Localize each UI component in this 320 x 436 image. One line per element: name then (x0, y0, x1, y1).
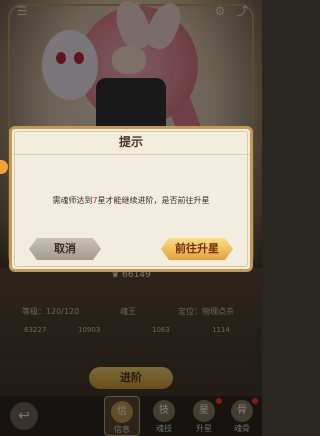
dialog-header: 提示 (12, 129, 250, 155)
message-suffix: 星才能继续进阶，是否前往升星 (97, 196, 210, 205)
go-star-up-button[interactable]: 前往升星 (161, 238, 233, 260)
message-prefix: 需魂师达到 (52, 196, 93, 205)
cancel-button[interactable]: 取消 (29, 238, 101, 260)
dialog-title: 提示 (118, 135, 143, 149)
game-screen: 小青 ☰ ⚙ ⤴ ♛ 66149 等级：120/120 魂王 定位：物理点杀 6… (0, 0, 262, 436)
prompt-dialog: 提示 需魂师达到7星才能继续进阶，是否前往升星 取消 前往升星 (9, 126, 253, 272)
dialog-message: 需魂师达到7星才能继续进阶，是否前往升星 (12, 195, 250, 206)
